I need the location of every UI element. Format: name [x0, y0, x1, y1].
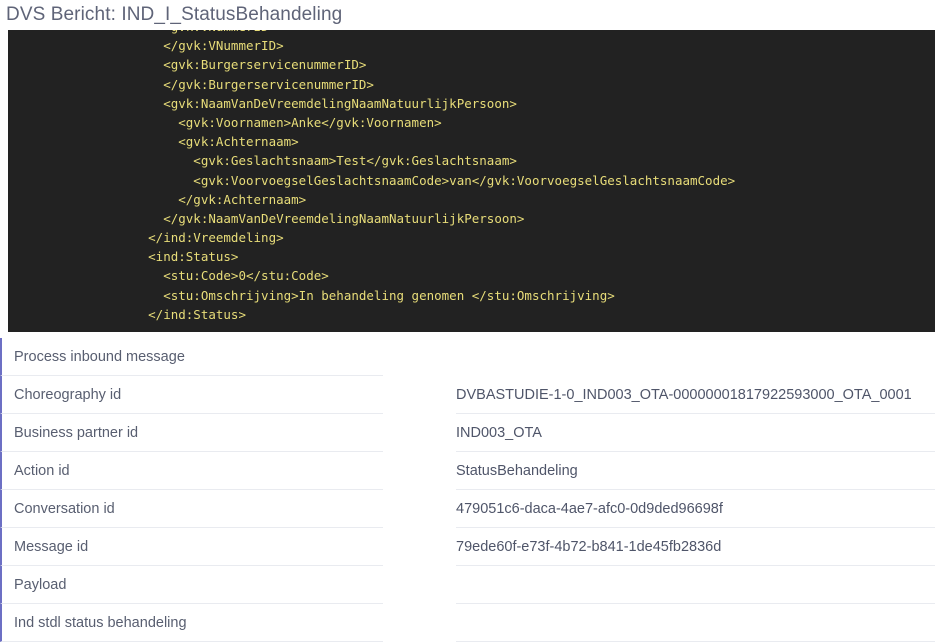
column-gap [383, 528, 456, 566]
property-value [456, 338, 935, 376]
table-row[interactable]: Choreography id DVBASTUDIE-1-0_IND003_OTA… [0, 376, 935, 414]
message-properties-table: Process inbound message Choreography id DV… [0, 338, 935, 642]
table-row[interactable]: Message id 79ede60f-e73f-4b72-b841-1de45f… [0, 528, 935, 566]
property-label: Ind stdl status behandeling [0, 604, 383, 642]
table-row[interactable]: Business partner id IND003_OTA [0, 414, 935, 452]
column-gap [383, 490, 456, 528]
code-scroll-content: <gvk:VNummerID> </gvk:VNummerID> <gvk:Bu… [8, 30, 935, 324]
code-line: </ind:Status> [103, 306, 246, 322]
code-line: </gvk:Achternaam> [103, 191, 307, 207]
code-line: <stu:Code>0</stu:Code> [103, 268, 329, 284]
code-line: <gvk:Geslachtsnaam>Test</gvk:Geslachtsna… [103, 153, 517, 169]
property-label: Business partner id [0, 414, 383, 452]
table-row[interactable]: Conversation id 479051c6-daca-4ae7-afc0-0… [0, 490, 935, 528]
code-line: <gvk:NaamVanDeVreemdelingNaamNatuurlijkP… [103, 95, 517, 111]
table-row[interactable]: Ind stdl status behandeling [0, 604, 935, 642]
code-line: <gvk:Voornamen>Anke</gvk:Voornamen> [103, 114, 442, 130]
code-line: </ind:Vreemdeling> [103, 230, 284, 246]
column-gap [383, 414, 456, 452]
column-gap [383, 452, 456, 490]
property-value [456, 566, 935, 604]
column-gap [383, 338, 456, 376]
page-title: DVS Bericht: IND_I_StatusBehandeling [6, 4, 343, 25]
code-line: <stu:Omschrijving>In behandeling genomen… [103, 287, 615, 303]
column-gap [383, 566, 456, 604]
property-label: Conversation id [0, 490, 383, 528]
code-line: <gvk:VoorvoegselGeslachtsnaamCode>van</g… [103, 172, 736, 188]
code-line: </gvk:VNummerID> [103, 38, 284, 54]
property-value: 479051c6-daca-4ae7-afc0-0d9ded96698f [456, 490, 935, 528]
property-label: Action id [0, 452, 383, 490]
column-gap [383, 376, 456, 414]
code-line: </gvk:BurgerservicenummerID> [103, 76, 374, 92]
column-gap [383, 604, 456, 642]
table-row[interactable]: Payload [0, 566, 935, 604]
table-row[interactable]: Process inbound message [0, 338, 935, 376]
code-line: <gvk:BurgerservicenummerID> [103, 57, 367, 73]
code-line: <gvk:Achternaam> [103, 134, 299, 150]
property-label: Payload [0, 566, 383, 604]
property-value: DVBASTUDIE-1-0_IND003_OTA-00000001817922… [456, 376, 935, 414]
property-value [456, 604, 935, 642]
xml-code-viewer[interactable]: <gvk:VNummerID> </gvk:VNummerID> <gvk:Bu… [8, 30, 935, 332]
property-value: StatusBehandeling [456, 452, 935, 490]
property-label: Choreography id [0, 376, 383, 414]
code-line: </gvk:NaamVanDeVreemdelingNaamNatuurlijk… [103, 210, 525, 226]
code-line: <ind:Status> [103, 249, 239, 265]
property-label: Process inbound message [0, 338, 383, 376]
property-value: 79ede60f-e73f-4b72-b841-1de45fb2836d [456, 528, 935, 566]
table-row[interactable]: Action id StatusBehandeling [0, 452, 935, 490]
property-value: IND003_OTA [456, 414, 935, 452]
property-label: Message id [0, 528, 383, 566]
